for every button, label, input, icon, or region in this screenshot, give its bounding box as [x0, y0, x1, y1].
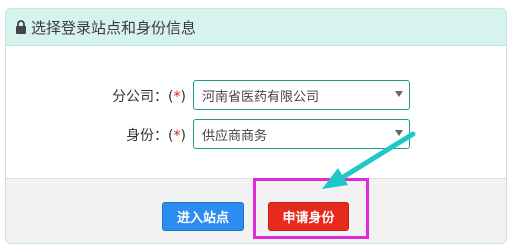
- branch-select-value: 河南省医药有限公司: [202, 89, 320, 105]
- chevron-down-icon: [395, 130, 403, 136]
- chevron-down-icon: [395, 91, 403, 97]
- identity-select-value: 供应商商务: [202, 128, 268, 144]
- panel-body: 分公司：(*) 河南省医药有限公司 身份：(*) 供应商商务: [6, 46, 506, 178]
- identity-select[interactable]: 供应商商务: [193, 119, 410, 149]
- panel-title: 选择登录站点和身份信息: [31, 18, 197, 37]
- branch-label: 分公司：(*): [112, 89, 186, 105]
- lock-icon: [15, 20, 27, 34]
- branch-select[interactable]: 河南省医药有限公司: [193, 80, 410, 110]
- identity-row: 身份：(*) 供应商商务: [6, 119, 506, 149]
- identity-label: 身份：(*): [126, 128, 186, 144]
- required-mark: *: [173, 89, 181, 105]
- required-mark: *: [173, 128, 181, 144]
- branch-row: 分公司：(*) 河南省医药有限公司: [6, 80, 506, 110]
- panel-header: 选择登录站点和身份信息: [6, 9, 506, 46]
- highlight-box: [253, 178, 369, 239]
- enter-site-button[interactable]: 进入站点: [162, 202, 244, 231]
